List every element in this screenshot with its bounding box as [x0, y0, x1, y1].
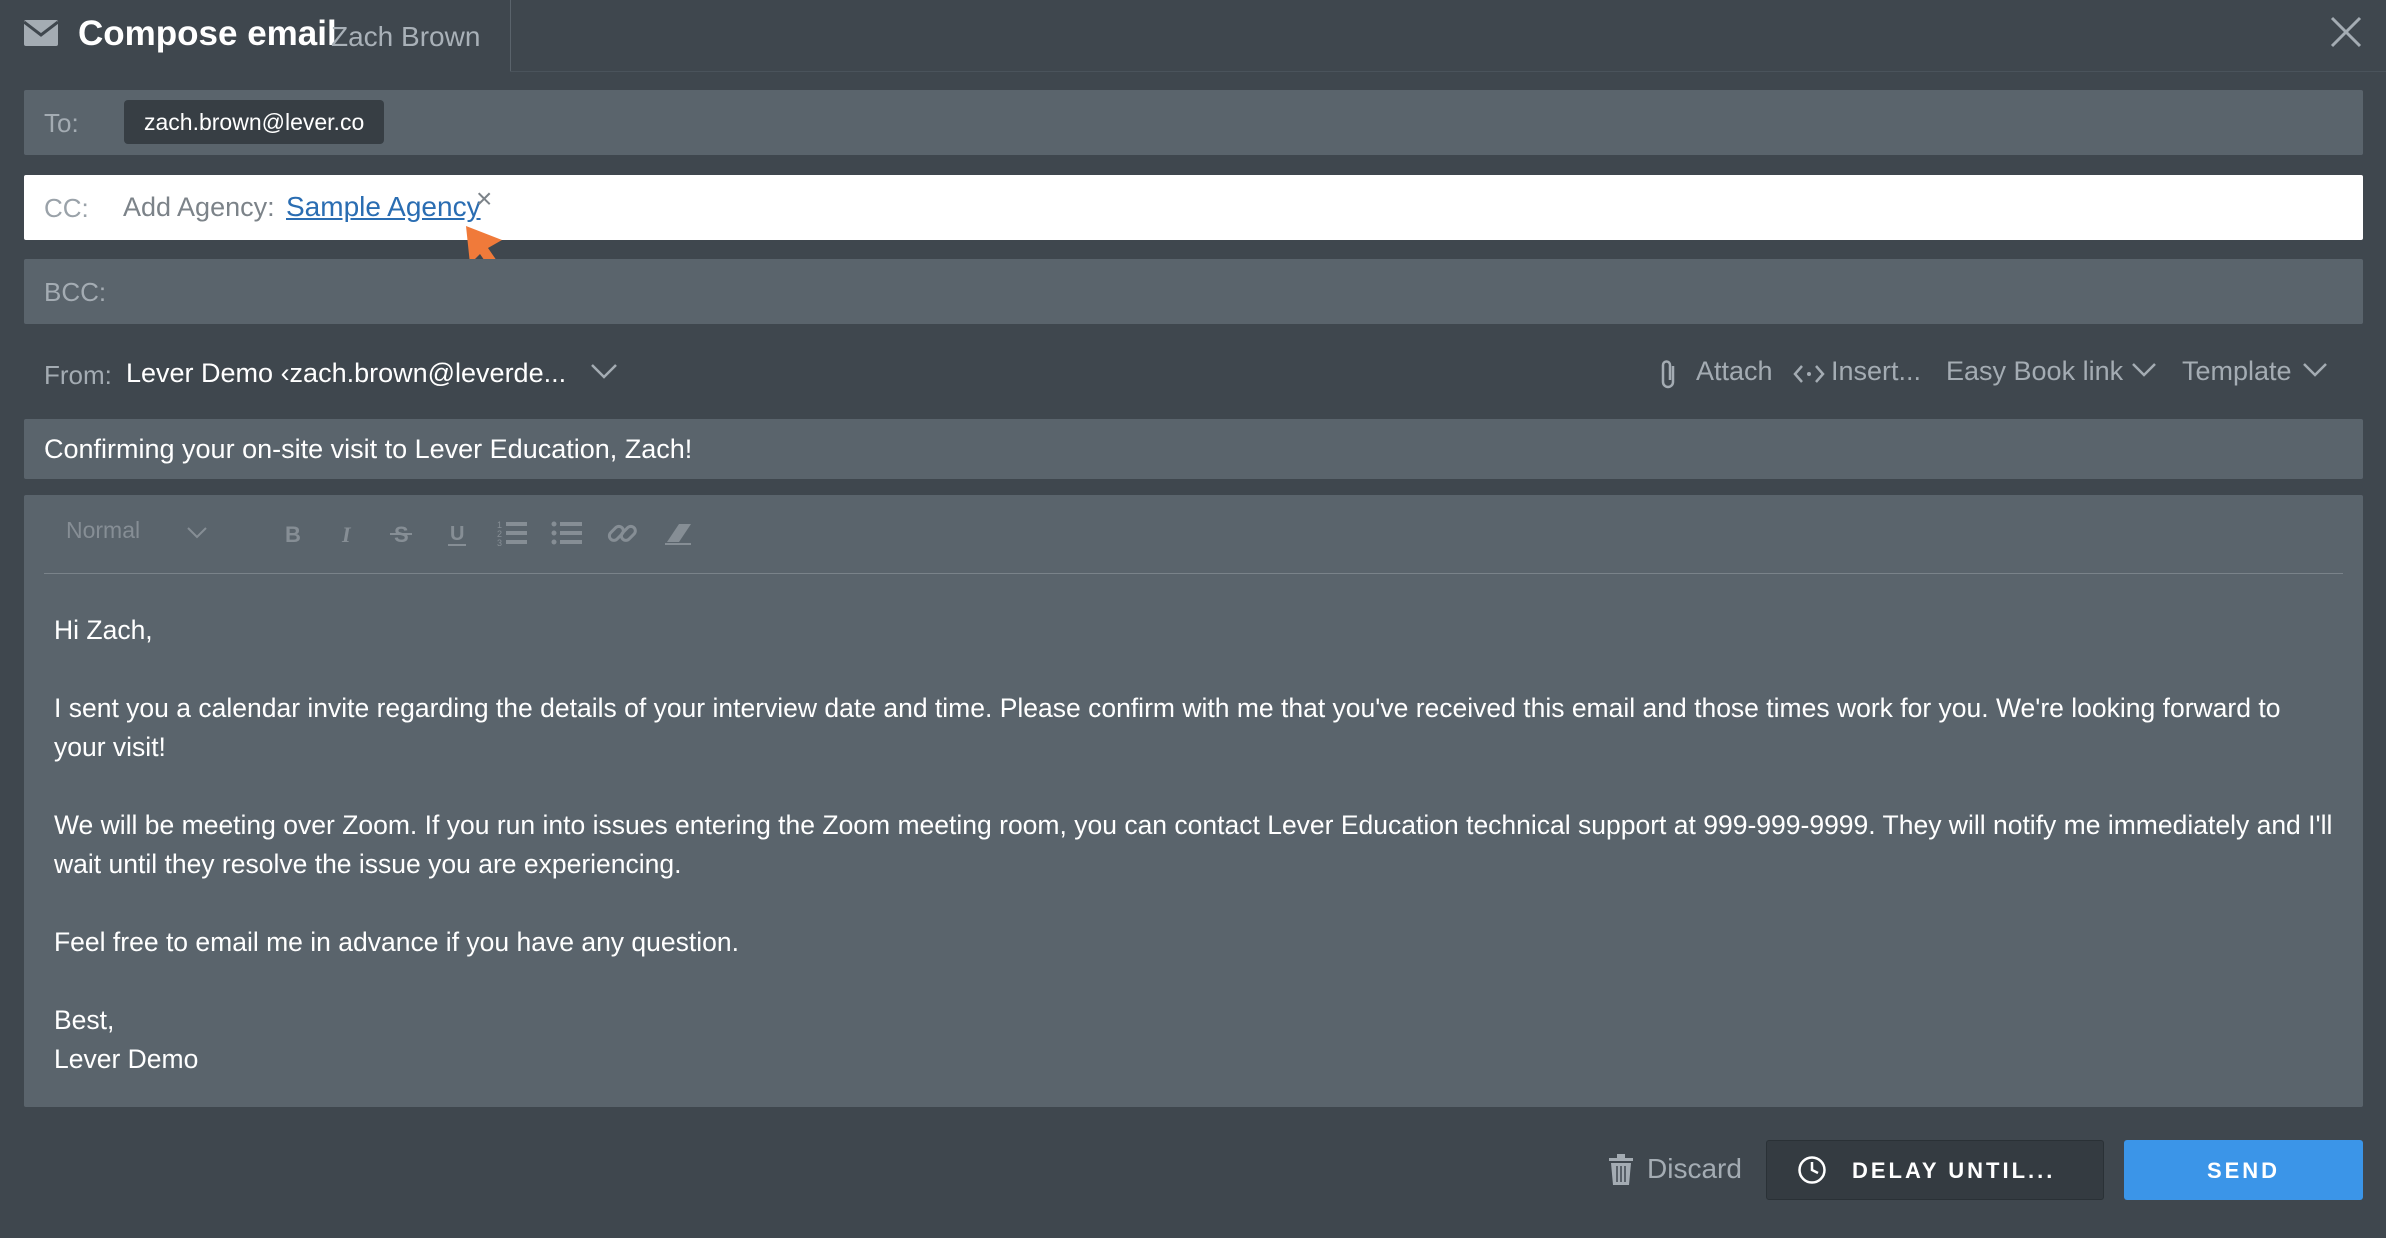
cc-label: CC:: [44, 193, 89, 223]
header: Compose email Zach Brown: [0, 0, 2386, 72]
subject-input[interactable]: Confirming your on-site visit to Lever E…: [44, 434, 692, 465]
delay-until-label: DELAY UNTIL...: [1852, 1158, 2056, 1183]
candidate-name: Zach Brown: [331, 21, 481, 52]
to-label: To:: [44, 108, 79, 138]
body-paragraph: Feel free to email me in advance if you …: [54, 927, 739, 957]
send-button[interactable]: SEND: [2124, 1140, 2363, 1200]
chevron-down-icon[interactable]: [2131, 362, 2157, 378]
recipient-chip[interactable]: zach.brown@lever.co: [124, 100, 385, 144]
close-icon[interactable]: [2328, 14, 2364, 50]
email-body[interactable]: Hi Zach, I sent you a calendar invite re…: [54, 611, 2334, 1079]
chevron-down-icon[interactable]: [2302, 362, 2328, 378]
clear-format-icon[interactable]: [661, 516, 695, 550]
email-editor[interactable]: Normal B I S U 1 2 3 Hi Zach, I sent you…: [24, 495, 2363, 1107]
remove-agency-button[interactable]: ×: [476, 183, 492, 215]
mail-icon: [24, 20, 58, 46]
delay-until-button[interactable]: DELAY UNTIL...: [1766, 1140, 2104, 1200]
trash-icon[interactable]: [1608, 1154, 1634, 1186]
body-greeting: Hi Zach,: [54, 615, 153, 645]
body-signature: Lever Demo: [54, 1044, 199, 1074]
to-field[interactable]: To: zach.brown@lever.co: [24, 90, 2363, 155]
cc-field[interactable]: CC: Add Agency: Sample Agency ×: [24, 175, 2363, 240]
send-label: SEND: [2206, 1158, 2281, 1183]
paperclip-icon: [1661, 360, 1675, 389]
code-icon: [1793, 365, 1825, 383]
body-signoff: Best,: [54, 1005, 115, 1035]
italic-icon[interactable]: I: [329, 516, 363, 550]
bcc-field[interactable]: BCC:: [24, 259, 2363, 324]
from-row: From: Lever Demo ‹zach.brown@leverde... …: [24, 350, 2363, 398]
format-select[interactable]: Normal: [66, 517, 140, 544]
bcc-label: BCC:: [44, 277, 107, 307]
page-title: Compose email: [78, 14, 337, 53]
add-agency-label: Add Agency:: [123, 192, 275, 222]
bullet-list-icon[interactable]: [550, 516, 584, 550]
svg-text:3: 3: [497, 538, 502, 548]
link-icon[interactable]: [605, 516, 639, 550]
subject-field[interactable]: Confirming your on-site visit to Lever E…: [24, 419, 2363, 479]
svg-text:I: I: [341, 522, 352, 547]
discard-button[interactable]: Discard: [1647, 1153, 1742, 1185]
editor-toolbar: Normal B I S U 1 2 3: [44, 495, 2343, 574]
chevron-down-icon[interactable]: [186, 526, 208, 540]
chevron-down-icon[interactable]: [590, 362, 618, 380]
strikethrough-icon[interactable]: S: [384, 516, 418, 550]
body-paragraph: I sent you a calendar invite regarding t…: [54, 693, 2281, 762]
agency-link[interactable]: Sample Agency: [286, 191, 481, 223]
svg-text:B: B: [285, 522, 301, 547]
bold-icon[interactable]: B: [274, 516, 308, 550]
svg-text:U: U: [450, 523, 464, 545]
footer: Discard DELAY UNTIL... SEND: [0, 1107, 2386, 1238]
ordered-list-icon[interactable]: 1 2 3: [495, 516, 529, 550]
easy-book-link-button[interactable]: Easy Book link: [1946, 356, 2123, 387]
template-button[interactable]: Template: [2182, 356, 2292, 387]
body-paragraph: We will be meeting over Zoom. If you run…: [54, 810, 2333, 879]
from-label: From:: [44, 360, 112, 390]
compose-tab: Compose email Zach Brown: [0, 0, 511, 72]
insert-button[interactable]: Insert...: [1831, 356, 1921, 387]
header-divider: [510, 71, 2386, 72]
from-select[interactable]: Lever Demo ‹zach.brown@leverde...: [126, 358, 566, 389]
underline-icon[interactable]: U: [440, 516, 474, 550]
clock-icon: [1798, 1156, 1826, 1184]
attach-button[interactable]: Attach: [1696, 356, 1773, 387]
